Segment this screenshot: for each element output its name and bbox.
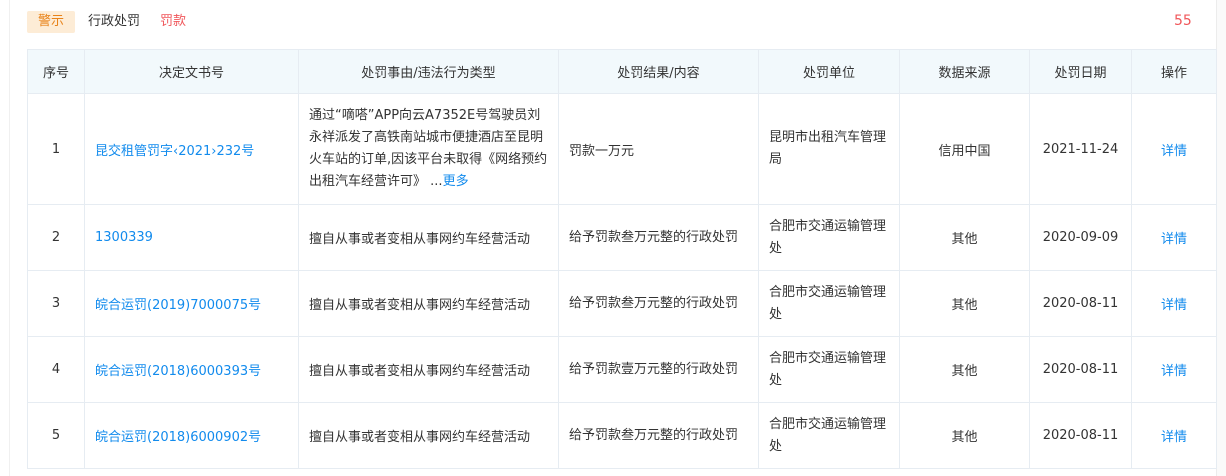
reason-cell: 通过“嘀嗒”APP向云A7352E号驾驶员刘永祥派发了高铁南站城市便捷酒店至昆明…: [298, 93, 559, 205]
doc-number-link[interactable]: 皖合运罚(2018)6000393号: [95, 364, 261, 379]
unit-cell: 合肥市交通运输管理处: [758, 204, 900, 271]
scrollbar-track[interactable]: [1216, 0, 1226, 476]
reason-cell: 擅自从事或者变相从事网约车经营活动: [298, 204, 559, 271]
header-index: 序号: [27, 49, 85, 94]
date-cell: 2020-08-11: [1029, 270, 1132, 337]
reason-cell: 擅自从事或者变相从事网约车经营活动: [298, 270, 559, 337]
table-row: 4 皖合运罚(2018)6000393号 擅自从事或者变相从事网约车经营活动 给…: [27, 336, 1217, 403]
unit-cell: 昆明市出租汽车管理局: [758, 93, 900, 205]
header-date: 处罚日期: [1029, 49, 1132, 94]
result-cell: 给予罚款叁万元整的行政处罚: [558, 402, 759, 469]
row-index: 5: [27, 402, 85, 469]
detail-link[interactable]: 详情: [1161, 298, 1187, 313]
header-action: 操作: [1131, 49, 1217, 94]
result-cell: 给予罚款壹万元整的行政处罚: [558, 336, 759, 403]
more-link[interactable]: 更多: [443, 174, 469, 189]
unit-cell: 合肥市交通运输管理处: [758, 270, 900, 337]
header-source: 数据来源: [899, 49, 1030, 94]
filter-tabs: 警示 行政处罚 罚款: [27, 10, 186, 34]
date-cell: 2020-08-11: [1029, 336, 1132, 403]
tab-warning[interactable]: 警示: [27, 11, 76, 33]
result-cell: 罚款一万元: [558, 93, 759, 205]
detail-link[interactable]: 详情: [1161, 430, 1187, 445]
reason-cell: 擅自从事或者变相从事网约车经营活动: [298, 402, 559, 469]
tab-admin-penalty[interactable]: 行政处罚: [88, 11, 140, 33]
doc-number-link[interactable]: 昆交租管罚字‹2021›232号: [95, 144, 254, 159]
source-cell: 其他: [899, 336, 1030, 403]
header-reason: 处罚事由/违法行为类型: [298, 49, 559, 94]
reason-ellipsis: ...: [430, 174, 443, 189]
date-cell: 2020-09-09: [1029, 204, 1132, 271]
header-unit: 处罚单位: [758, 49, 900, 94]
row-index: 2: [27, 204, 85, 271]
table-row: 1 昆交租管罚字‹2021›232号 通过“嘀嗒”APP向云A7352E号驾驶员…: [27, 93, 1217, 205]
page-left-border: [9, 0, 10, 476]
table-row: 5 皖合运罚(2018)6000902号 擅自从事或者变相从事网约车经营活动 给…: [27, 402, 1217, 469]
result-cell: 给予罚款叁万元整的行政处罚: [558, 270, 759, 337]
source-cell: 信用中国: [899, 93, 1030, 205]
detail-link[interactable]: 详情: [1161, 364, 1187, 379]
source-cell: 其他: [899, 270, 1030, 337]
result-cell: 给予罚款叁万元整的行政处罚: [558, 204, 759, 271]
penalty-table: 序号 决定文书号 处罚事由/违法行为类型 处罚结果/内容 处罚单位 数据来源 处…: [27, 49, 1217, 469]
table-header-row: 序号 决定文书号 处罚事由/违法行为类型 处罚结果/内容 处罚单位 数据来源 处…: [27, 49, 1217, 94]
date-cell: 2020-08-11: [1029, 402, 1132, 469]
date-cell: 2021-11-24: [1029, 93, 1132, 205]
detail-link[interactable]: 详情: [1161, 232, 1187, 247]
header-result: 处罚结果/内容: [558, 49, 759, 94]
doc-number-link[interactable]: 皖合运罚(2019)7000075号: [95, 298, 261, 313]
doc-number-link[interactable]: 皖合运罚(2018)6000902号: [95, 430, 261, 445]
unit-cell: 合肥市交通运输管理处: [758, 336, 900, 403]
detail-link[interactable]: 详情: [1161, 144, 1187, 159]
reason-cell: 擅自从事或者变相从事网约车经营活动: [298, 336, 559, 403]
row-index: 3: [27, 270, 85, 337]
source-cell: 其他: [899, 204, 1030, 271]
tab-fine[interactable]: 罚款: [160, 11, 186, 33]
doc-number-link[interactable]: 1300339: [95, 230, 153, 245]
row-index: 4: [27, 336, 85, 403]
unit-cell: 合肥市交通运输管理处: [758, 402, 900, 469]
table-row: 3 皖合运罚(2019)7000075号 擅自从事或者变相从事网约车经营活动 给…: [27, 270, 1217, 337]
header-doc-no: 决定文书号: [84, 49, 299, 94]
record-count: 55: [1174, 13, 1192, 29]
table-row: 2 1300339 擅自从事或者变相从事网约车经营活动 给予罚款叁万元整的行政处…: [27, 204, 1217, 271]
row-index: 1: [27, 93, 85, 205]
reason-text: 通过“嘀嗒”APP向云A7352E号驾驶员刘永祥派发了高铁南站城市便捷酒店至昆明…: [309, 108, 548, 189]
source-cell: 其他: [899, 402, 1030, 469]
